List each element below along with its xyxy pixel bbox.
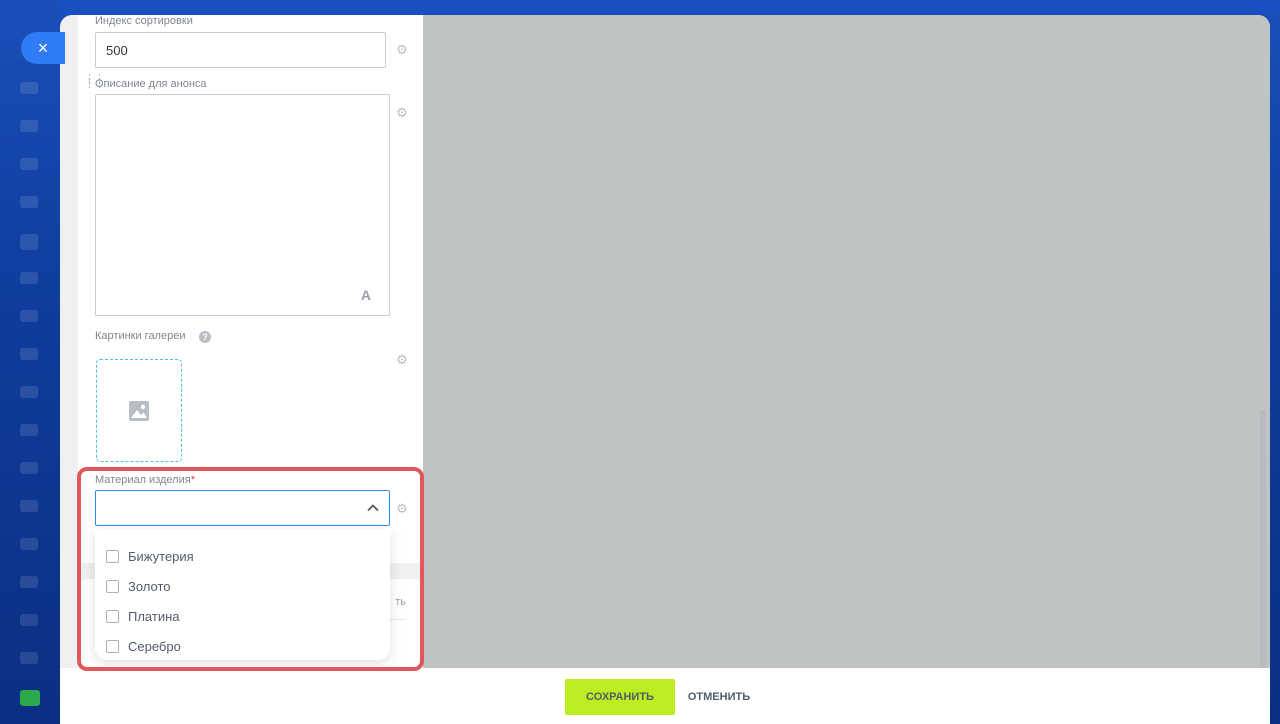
material-dropdown: Бижутерия Золото Платина Серебро bbox=[95, 529, 390, 660]
gear-icon[interactable]: ⚙ bbox=[395, 105, 409, 120]
sidebar-item-icon bbox=[20, 82, 38, 94]
sidebar-item-icon bbox=[20, 386, 38, 398]
gear-icon[interactable]: ⚙ bbox=[395, 352, 409, 367]
drag-handle-icon[interactable]: ⋮⋮ ⋮⋮ bbox=[84, 74, 105, 90]
checkbox[interactable] bbox=[106, 609, 119, 623]
slider-panel: Индекс сортировки 500 ⚙ ⋮⋮ ⋮⋮ Описание дл… bbox=[60, 15, 1270, 724]
option-platina[interactable]: Платина bbox=[95, 601, 390, 631]
close-slider-button[interactable]: × bbox=[21, 32, 65, 64]
option-bizhuteriya[interactable]: Бижутерия bbox=[95, 541, 390, 571]
option-zoloto[interactable]: Золото bbox=[95, 571, 390, 601]
text-format-icon[interactable]: A bbox=[361, 287, 371, 303]
gallery-label: Картинки галереи bbox=[95, 330, 186, 342]
save-button[interactable]: СОХРАНИТЬ bbox=[565, 679, 675, 715]
cancel-button[interactable]: ОТМЕНИТЬ bbox=[682, 679, 756, 715]
material-select[interactable] bbox=[95, 490, 390, 526]
sidebar-item-icon bbox=[20, 196, 38, 208]
gear-icon[interactable]: ⚙ bbox=[395, 42, 409, 57]
sidebar-item-icon bbox=[20, 272, 38, 284]
sidebar-item-icon bbox=[20, 120, 38, 132]
chevron-up-icon bbox=[367, 504, 379, 512]
required-mark: * bbox=[190, 474, 195, 486]
option-serebro[interactable]: Серебро bbox=[95, 631, 390, 661]
sidebar-item-icon bbox=[20, 690, 40, 706]
preview-description-textarea[interactable]: A bbox=[95, 94, 390, 316]
sidebar-item-icon bbox=[20, 652, 38, 664]
checkbox[interactable] bbox=[106, 579, 119, 593]
product-form: Индекс сортировки 500 ⚙ ⋮⋮ ⋮⋮ Описание дл… bbox=[78, 15, 423, 563]
sidebar-item-icon bbox=[20, 462, 38, 474]
preview-description-label: Описание для анонса bbox=[95, 78, 207, 90]
help-icon[interactable]: ? bbox=[199, 331, 211, 343]
sidebar-item-icon bbox=[20, 234, 38, 250]
sort-index-label: Индекс сортировки bbox=[95, 15, 193, 27]
option-label: Бижутерия bbox=[128, 548, 194, 564]
sort-index-value: 500 bbox=[106, 42, 128, 58]
gallery-upload-box[interactable] bbox=[96, 359, 182, 462]
option-label: Золото bbox=[128, 578, 171, 594]
app-sidebar bbox=[0, 0, 60, 724]
gear-icon[interactable]: ⚙ bbox=[395, 501, 409, 516]
material-label: Материал изделия* bbox=[95, 474, 195, 486]
sort-index-input[interactable]: 500 bbox=[95, 32, 386, 68]
sidebar-item-icon bbox=[20, 500, 38, 512]
option-label: Серебро bbox=[128, 638, 181, 654]
footer-bar: СОХРАНИТЬ ОТМЕНИТЬ bbox=[60, 668, 1270, 724]
sidebar-item-icon bbox=[20, 424, 38, 436]
sidebar-item-icon bbox=[20, 348, 38, 360]
sidebar-item-icon bbox=[20, 614, 38, 626]
checkbox[interactable] bbox=[106, 639, 119, 653]
image-icon bbox=[129, 400, 149, 421]
option-label: Платина bbox=[128, 608, 180, 624]
background-topbar bbox=[60, 0, 1280, 14]
sidebar-item-icon bbox=[20, 538, 38, 550]
sidebar-item-icon bbox=[20, 310, 38, 322]
scrollbar[interactable] bbox=[1260, 410, 1266, 668]
preview-area bbox=[423, 15, 1270, 668]
sidebar-item-icon bbox=[20, 576, 38, 588]
lower-section-text: ть bbox=[395, 596, 406, 608]
close-icon: × bbox=[37, 37, 49, 58]
material-label-text: Материал изделия bbox=[95, 474, 191, 486]
sidebar-item-icon bbox=[20, 158, 38, 170]
checkbox[interactable] bbox=[106, 549, 119, 563]
